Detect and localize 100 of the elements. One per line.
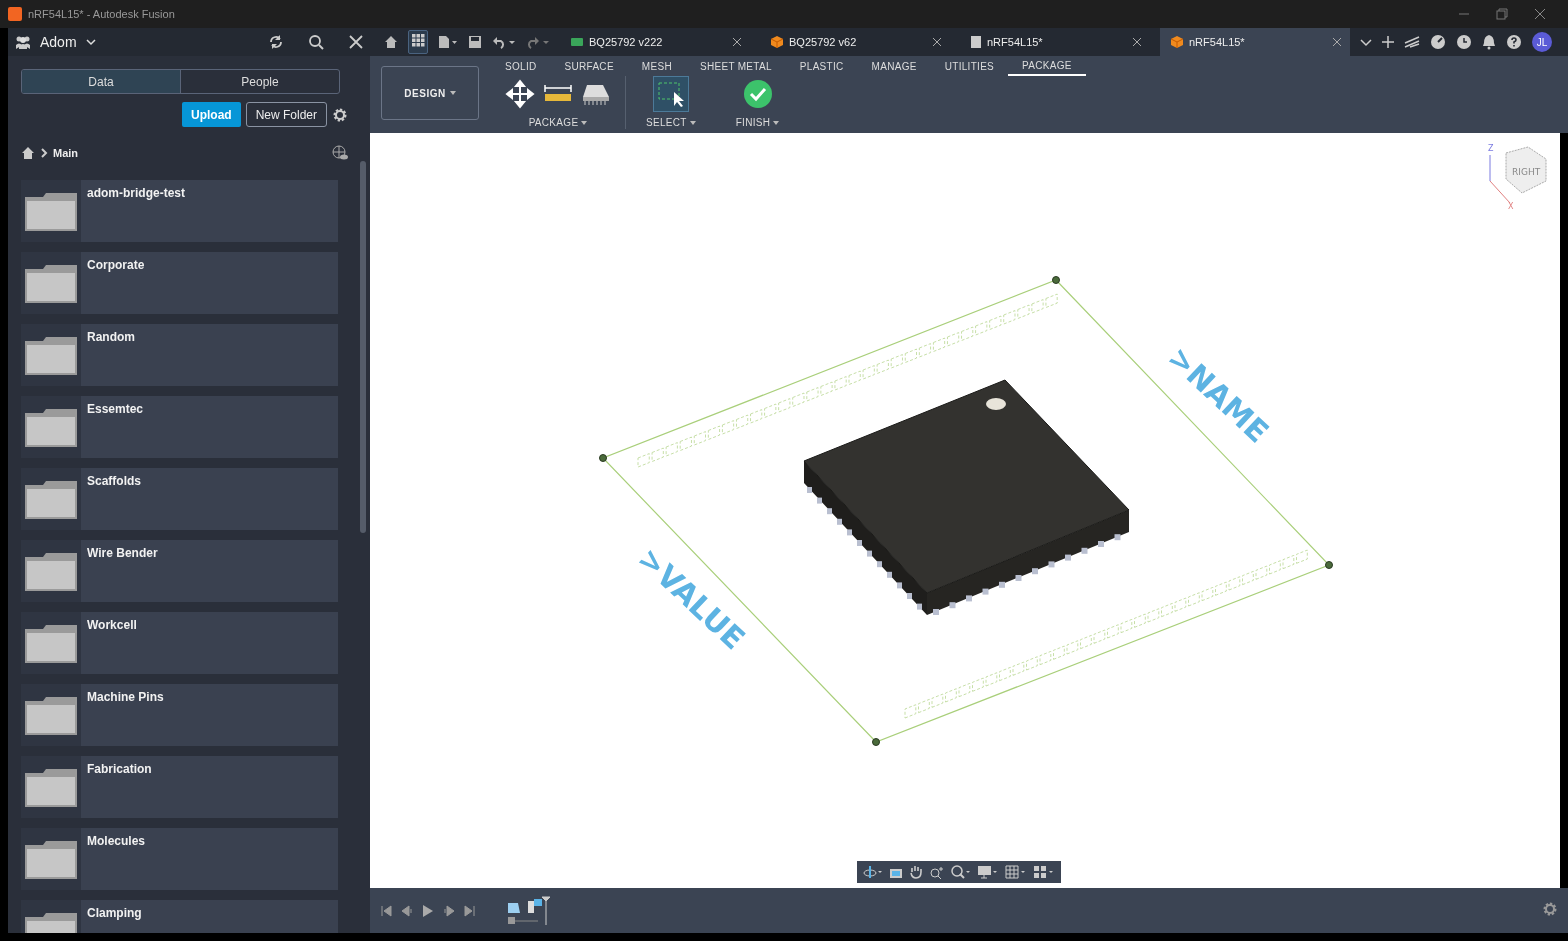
redo-icon[interactable]: [526, 35, 550, 49]
clock-icon[interactable]: [1456, 34, 1472, 50]
select-tool-icon[interactable]: [652, 76, 689, 112]
tool-group-dropdown[interactable]: FINISH: [729, 116, 786, 129]
chevron-down-icon[interactable]: [1360, 37, 1372, 47]
document-tab[interactable]: BQ25792 v62: [760, 28, 950, 56]
folder-icon: [25, 551, 77, 591]
ribbon-tab[interactable]: PLASTIC: [785, 56, 858, 76]
ribbon-tab[interactable]: SOLID: [491, 56, 551, 76]
ribbon-tab[interactable]: UTILITIES: [930, 56, 1009, 76]
z-axis-line: [1489, 154, 1491, 182]
folder-icon: [25, 407, 77, 447]
close-icon[interactable]: [1534, 8, 1546, 20]
axis-label: Z: [1488, 144, 1494, 153]
team-icon: [14, 35, 32, 49]
ribbon-tab[interactable]: SHEET METAL: [685, 56, 786, 76]
check-circle-icon[interactable]: [742, 79, 773, 109]
folder-icon: [25, 767, 77, 807]
first-frame-icon[interactable]: [380, 904, 392, 917]
play-icon[interactable]: [422, 903, 434, 918]
grid-icon[interactable]: [408, 30, 428, 54]
document-tab[interactable]: nRF54L15*: [1160, 28, 1350, 56]
panel-tab[interactable]: People: [180, 70, 339, 93]
grid-icon[interactable]: [1005, 865, 1027, 879]
folder-item[interactable]: Workcell: [21, 612, 338, 674]
folder-item[interactable]: Molecules: [21, 828, 338, 890]
next-frame-icon[interactable]: [442, 904, 456, 917]
home-icon[interactable]: [21, 146, 35, 160]
folder-item[interactable]: Random: [21, 324, 338, 386]
tool-group-dropdown[interactable]: SELECT: [640, 116, 702, 129]
document-icon: [970, 35, 982, 49]
job-status-icon[interactable]: [1430, 34, 1446, 50]
caret-icon: [773, 120, 780, 125]
plus-icon[interactable]: [1382, 36, 1394, 48]
workspace-dropdown[interactable]: DESIGN: [381, 66, 479, 120]
refresh-icon[interactable]: [268, 34, 284, 50]
close-icon[interactable]: [348, 34, 364, 50]
folder-item[interactable]: Scaffolds: [21, 468, 338, 530]
document-tab[interactable]: nRF54L15*: [960, 28, 1150, 56]
restore-icon[interactable]: [1496, 8, 1508, 20]
new-folder-button[interactable]: New Folder: [245, 102, 327, 127]
folder-icon: [25, 623, 77, 663]
folder-item[interactable]: Clamping: [21, 900, 338, 933]
save-icon[interactable]: [468, 35, 482, 49]
ribbon-tab[interactable]: PACKAGE: [1008, 56, 1086, 76]
user-avatar[interactable]: JL: [1532, 32, 1552, 52]
ribbon-tab[interactable]: SURFACE: [550, 56, 628, 76]
close-icon[interactable]: [732, 37, 742, 47]
caret-icon: [449, 91, 456, 95]
close-icon[interactable]: [1132, 37, 1142, 47]
viewports-icon[interactable]: [1033, 865, 1055, 879]
zoom-icon[interactable]: [929, 865, 945, 879]
globe-icon[interactable]: [332, 145, 348, 161]
chip-package-icon[interactable]: [581, 82, 611, 106]
scrollbar[interactable]: [360, 161, 366, 533]
help-icon[interactable]: [1506, 34, 1522, 50]
display-icon[interactable]: [977, 865, 999, 879]
folder-item[interactable]: adom-bridge-test: [21, 180, 338, 242]
breadcrumb-item[interactable]: Main: [53, 147, 79, 159]
ribbon-tab[interactable]: MANAGE: [857, 56, 931, 76]
team-name[interactable]: Adom: [40, 34, 77, 50]
folder-icon: [25, 335, 77, 375]
folder-item[interactable]: Wire Bender: [21, 540, 338, 602]
document-tab[interactable]: BQ25792 v222: [560, 28, 750, 56]
vertex-point[interactable]: [872, 738, 880, 746]
folder-icon: [25, 263, 77, 303]
pan-icon[interactable]: [909, 865, 923, 879]
settings-icon[interactable]: [332, 106, 348, 123]
orbit-icon[interactable]: [863, 865, 883, 879]
zoom-window-icon[interactable]: [951, 865, 971, 879]
move-icon[interactable]: [505, 79, 535, 109]
last-frame-icon[interactable]: [464, 904, 476, 917]
settings-icon[interactable]: [1542, 900, 1558, 917]
folder-item[interactable]: Fabrication: [21, 756, 338, 818]
tool-group-dropdown[interactable]: PACKAGE: [522, 116, 594, 129]
chevron-right-icon: [39, 147, 49, 159]
close-icon[interactable]: [932, 37, 942, 47]
vertex-point[interactable]: [1325, 561, 1333, 569]
previous-frame-icon[interactable]: [400, 904, 414, 917]
ribbon-tab[interactable]: MESH: [627, 56, 686, 76]
ruler-icon[interactable]: [543, 84, 573, 104]
app-logo-icon: [8, 7, 22, 21]
vertex-point[interactable]: [1052, 276, 1060, 284]
folder-item[interactable]: Essemtec: [21, 396, 338, 458]
search-icon[interactable]: [308, 34, 324, 50]
x-axis-line: [1489, 180, 1511, 204]
vertex-point[interactable]: [599, 454, 607, 462]
folder-item[interactable]: Machine Pins: [21, 684, 338, 746]
file-menu-icon[interactable]: [438, 35, 458, 49]
bell-icon[interactable]: [1482, 34, 1496, 50]
circuit-board-icon: [570, 36, 584, 48]
panel-tab[interactable]: Data: [22, 70, 180, 93]
home-icon[interactable]: [384, 35, 398, 49]
chevron-down-icon[interactable]: [84, 37, 97, 47]
close-icon[interactable]: [1332, 37, 1342, 47]
folder-item[interactable]: Corporate: [21, 252, 338, 314]
undo-icon[interactable]: [492, 35, 516, 49]
extensions-icon[interactable]: [1404, 36, 1420, 48]
view-cube[interactable]: [1505, 146, 1547, 194]
cube-icon: [770, 35, 784, 49]
